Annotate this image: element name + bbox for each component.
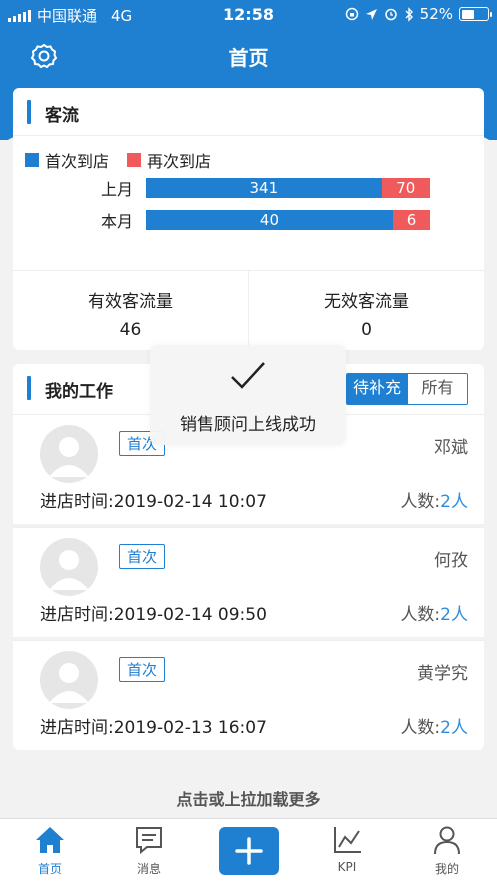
people-count: 人数:2人 [400,487,468,512]
chart-icon [334,827,361,853]
traffic-title: 客流 [45,106,79,126]
legend-label-repeat: 再次到店 [147,152,212,171]
tab-home[interactable]: 首页 [15,825,85,877]
tab-messages[interactable]: 消息 [114,825,184,877]
avatar [40,425,98,483]
plus-icon [235,837,263,865]
tab-bar: 首页 消息 KPI 我的 [0,818,497,883]
people-count: 人数:2人 [400,713,468,738]
tab-label: 消息 [136,862,161,876]
stat-label: 有效客流量 [88,292,173,312]
section-accent-bar [27,100,31,124]
home-icon [36,827,64,853]
bar-track: 40 6 [146,210,430,230]
visit-time: 进店时间:2019-02-14 10:07 [40,492,267,512]
tab-label: 首页 [37,862,62,876]
bar-segment-repeat: 70 [381,178,430,198]
stat-value: 46 [119,320,142,340]
work-filter: 待补充 所有 [346,373,468,405]
load-more-link[interactable]: 点击或上拉加载更多 [0,786,497,810]
visit-type-badge: 首次 [119,544,166,569]
legend-swatch-repeat [127,153,142,167]
avatar [40,651,98,709]
filter-all-button[interactable]: 所有 [407,374,467,404]
checkmark-icon [231,362,265,389]
people-value: 2人 [440,492,468,512]
visit-time: 进店时间:2019-02-13 16:07 [40,718,267,738]
filter-pending-button[interactable]: 待补充 [347,374,407,404]
bar-row-this-month: 本月 40 6 [13,208,484,231]
traffic-legend: 首次到店 再次到店 [25,148,211,172]
bar-segment-repeat: 6 [392,210,430,230]
user-icon [434,826,460,855]
alarm-icon [384,8,397,21]
bar-label: 上月 [100,180,133,199]
battery-icon [459,7,492,21]
tab-profile[interactable]: 我的 [412,825,482,877]
section-accent-bar [27,376,31,400]
tab-label: 我的 [434,862,459,876]
stat-label: 无效客流量 [324,292,409,312]
work-title: 我的工作 [45,382,113,402]
tab-kpi[interactable]: KPI [312,825,382,874]
stat-value: 0 [361,320,372,340]
status-bar: 中国联通 4G 12:58 52% [0,0,497,30]
traffic-card: 客流 首次到店 再次到店 上月 341 70 本月 40 6 有效客流量 46 … [13,88,484,350]
lock-rotation-icon [345,7,358,21]
toast: 销售顾问上线成功 [150,345,346,445]
stat-valid-traffic: 有效客流量 46 [13,271,248,350]
list-item[interactable]: 首次 黄学究 进店时间:2019-02-13 16:07 人数:2人 [13,640,484,750]
list-item[interactable]: 首次 何孜 进店时间:2019-02-14 09:50 人数:2人 [13,527,484,637]
bar-segment-first: 40 [146,210,393,230]
traffic-stats: 有效客流量 46 无效客流量 0 [13,270,484,350]
avatar [40,538,98,596]
battery-percent: 52% [419,5,453,23]
bar-segment-first: 341 [146,178,382,198]
location-icon [365,8,377,20]
stat-invalid-traffic: 无效客流量 0 [248,271,484,350]
visit-type-badge: 首次 [119,657,166,682]
bar-label: 本月 [100,212,133,231]
people-label: 人数: [400,492,441,512]
customer-name: 黄学究 [417,664,468,684]
nav-bar: 首页 [0,30,497,82]
legend-item-first: 首次到店 [25,148,109,172]
legend-item-repeat: 再次到店 [127,148,211,172]
people-value: 2人 [440,605,468,625]
bluetooth-icon [405,6,413,22]
people-label: 人数: [400,718,441,738]
customer-name: 何孜 [434,551,468,571]
page-title: 首页 [228,46,269,70]
message-icon [136,827,162,855]
tab-label: KPI [337,860,357,874]
legend-swatch-first [25,153,39,167]
traffic-card-header: 客流 [13,88,484,136]
bar-row-last-month: 上月 341 70 [13,176,484,199]
legend-label-first: 首次到店 [45,152,110,171]
people-label: 人数: [400,605,441,625]
visit-time: 进店时间:2019-02-14 09:50 [40,605,267,625]
people-count: 人数:2人 [400,600,468,625]
customer-name: 邓斌 [434,438,468,458]
bar-track: 341 70 [146,178,430,198]
people-value: 2人 [440,718,468,738]
add-button[interactable] [219,827,279,875]
toast-message: 销售顾问上线成功 [180,415,316,435]
